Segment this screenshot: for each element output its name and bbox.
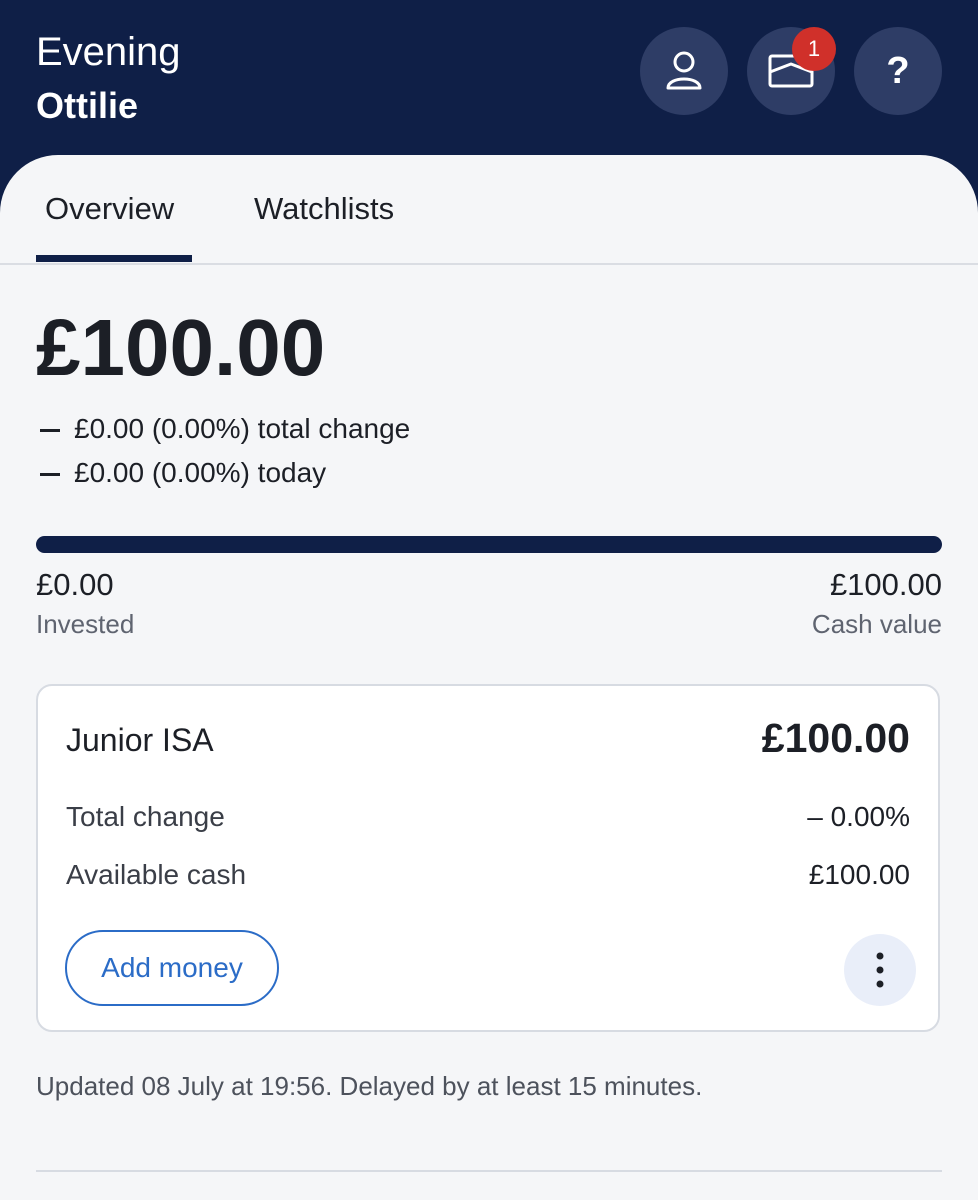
available-cash-row-label: Available cash: [66, 859, 247, 890]
account-title: Junior ISA: [66, 722, 214, 758]
account-card[interactable]: Junior ISA £100.00 Total change – 0.00% …: [36, 684, 940, 1032]
messages-badge: 1: [792, 27, 836, 71]
total-change-label: total change: [257, 413, 411, 444]
account-amount: £100.00: [761, 715, 910, 761]
invested-label: Invested: [36, 609, 135, 639]
dash-icon: [40, 429, 60, 433]
available-cash-row-value: £100.00: [808, 859, 910, 890]
today-change-label: today: [257, 457, 327, 488]
total-change-row-value: – 0.00%: [807, 801, 910, 832]
user-icon: [666, 51, 702, 90]
dash-icon: [40, 473, 60, 477]
today-change-line: £0.00 (0.00%) today: [40, 455, 326, 491]
total-change-row-label: Total change: [66, 801, 225, 832]
total-change-line: £0.00 (0.00%) total change: [40, 411, 410, 447]
add-money-button[interactable]: Add money: [65, 930, 279, 1006]
tab-overview[interactable]: Overview: [45, 191, 174, 227]
total-change-value: £0.00 (0.00%): [74, 413, 250, 444]
cash-label: Cash value: [811, 609, 942, 639]
more-vertical-icon: [876, 952, 884, 988]
profile-button[interactable]: [640, 27, 728, 115]
tab-bar: Overview Watchlists: [0, 155, 978, 265]
user-name: Ottilie: [36, 85, 139, 126]
allocation-bar: [36, 536, 942, 553]
divider: [36, 1170, 942, 1172]
greeting: Evening: [36, 30, 181, 74]
question-icon: ?: [886, 49, 910, 92]
app-header: Evening Ottilie 1 ?: [0, 0, 978, 180]
tab-watchlists[interactable]: Watchlists: [254, 191, 394, 227]
cash-value: £100.00: [829, 567, 942, 602]
help-button[interactable]: ?: [854, 27, 942, 115]
invested-value: £0.00: [36, 567, 114, 602]
portfolio-total: £100.00: [36, 303, 326, 392]
updated-note: Updated 08 July at 19:56. Delayed by at …: [36, 1071, 703, 1101]
active-tab-indicator: [36, 255, 192, 262]
today-change-value: £0.00 (0.00%): [74, 457, 250, 488]
more-options-button[interactable]: [844, 934, 916, 1006]
content-sheet: Overview Watchlists £100.00 £0.00 (0.00%…: [0, 155, 978, 1200]
